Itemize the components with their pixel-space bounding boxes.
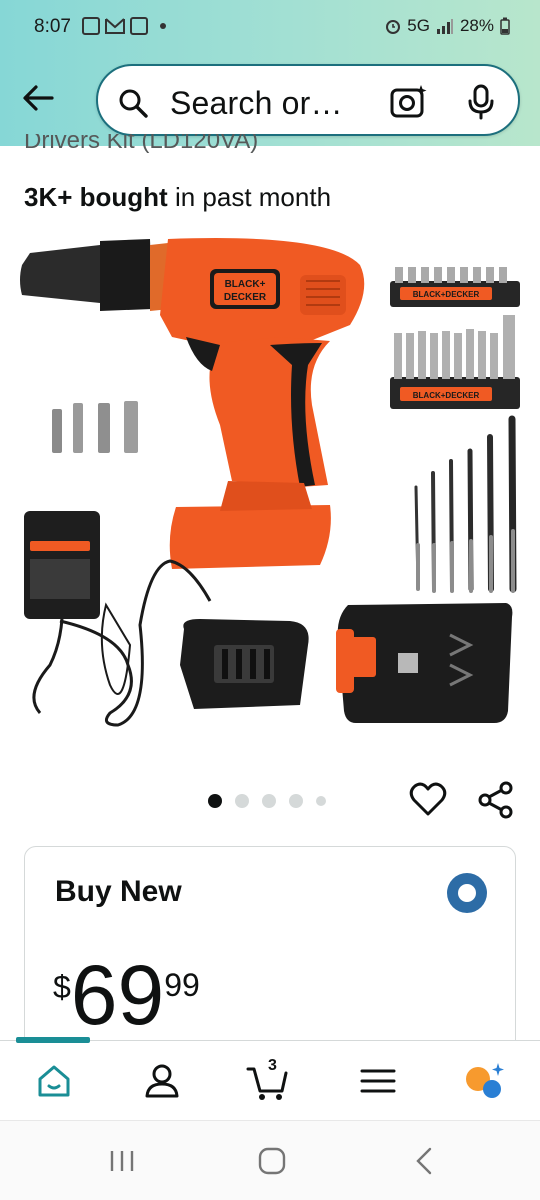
- search-box[interactable]: Search or…: [96, 64, 520, 136]
- account-icon[interactable]: [140, 1059, 184, 1103]
- qr-app-icon: [130, 17, 148, 35]
- nut-drivers: [52, 401, 138, 453]
- price: $ 69 99: [53, 953, 200, 1037]
- carousel-dot[interactable]: [235, 794, 249, 808]
- home-icon[interactable]: [32, 1059, 76, 1103]
- bit-set-brand-label: BLACK+DECKER: [413, 290, 480, 299]
- gallery-icon: [82, 17, 100, 35]
- share-icon[interactable]: [476, 780, 516, 820]
- product-image[interactable]: BLACK+ DECKER BLACK+DECKER BLACK+DECKER: [0, 225, 540, 765]
- svg-text:BLACK+DECKER: BLACK+DECKER: [413, 391, 480, 400]
- status-bar: 8:07 5G 28%: [0, 0, 540, 56]
- bottom-nav: 3: [0, 1037, 540, 1120]
- search-icon: [119, 89, 148, 118]
- menu-icon[interactable]: [356, 1059, 400, 1103]
- home-button-icon[interactable]: [256, 1145, 288, 1177]
- bought-in-past-month: 3K+ bought in past month: [24, 182, 331, 213]
- bought-count: 3K+ bought: [24, 182, 168, 212]
- battery-icon: [500, 17, 510, 35]
- image-carousel-dots[interactable]: [208, 794, 326, 808]
- drill-brand-label: BLACK+: [225, 279, 266, 290]
- carousel-dot[interactable]: [316, 796, 326, 806]
- active-tab-indicator: [16, 1037, 90, 1043]
- signal-icon: [436, 19, 453, 34]
- microphone-icon[interactable]: [466, 84, 496, 120]
- price-whole: 69: [70, 948, 165, 1042]
- svg-text:DECKER: DECKER: [224, 292, 267, 303]
- status-time: 8:07: [34, 16, 71, 37]
- price-symbol: $: [53, 969, 71, 1005]
- battery-pack: [336, 603, 513, 723]
- carousel-dot[interactable]: [289, 794, 303, 808]
- more-notifications-icon: [160, 23, 166, 29]
- camera-search-icon[interactable]: [390, 84, 428, 120]
- carousel-dot[interactable]: [262, 794, 276, 808]
- buy-new-radio[interactable]: [447, 873, 487, 913]
- drill-bits: [414, 415, 517, 593]
- battery-percent: 28%: [459, 16, 494, 35]
- search-input[interactable]: Search or…: [170, 85, 343, 122]
- recent-apps-icon[interactable]: [106, 1145, 138, 1177]
- alarm-icon: [386, 20, 401, 34]
- cart-button[interactable]: 3: [246, 1057, 290, 1103]
- buy-new-title: Buy New: [55, 875, 182, 908]
- charging-base: [180, 619, 309, 709]
- bought-suffix: in past month: [167, 182, 332, 212]
- status-right: 5G 28%: [385, 16, 510, 36]
- price-fraction: 99: [164, 967, 200, 1003]
- notification-icons: [82, 17, 166, 35]
- system-navigation-bar: [0, 1120, 540, 1200]
- gmail-icon: [105, 18, 125, 34]
- back-arrow-icon[interactable]: [18, 78, 58, 118]
- back-button-icon[interactable]: [408, 1145, 440, 1177]
- heart-icon[interactable]: [408, 780, 448, 820]
- carousel-dot[interactable]: [208, 794, 222, 808]
- search-row: Search or…: [0, 62, 540, 138]
- bit-sets: BLACK+DECKER BLACK+DECKER: [390, 267, 520, 409]
- rufus-icon[interactable]: [462, 1059, 506, 1103]
- cart-count: 3: [268, 1057, 277, 1074]
- product-title: Drivers Kit (LD120VA): [24, 134, 259, 154]
- network-label: 5G: [407, 16, 430, 35]
